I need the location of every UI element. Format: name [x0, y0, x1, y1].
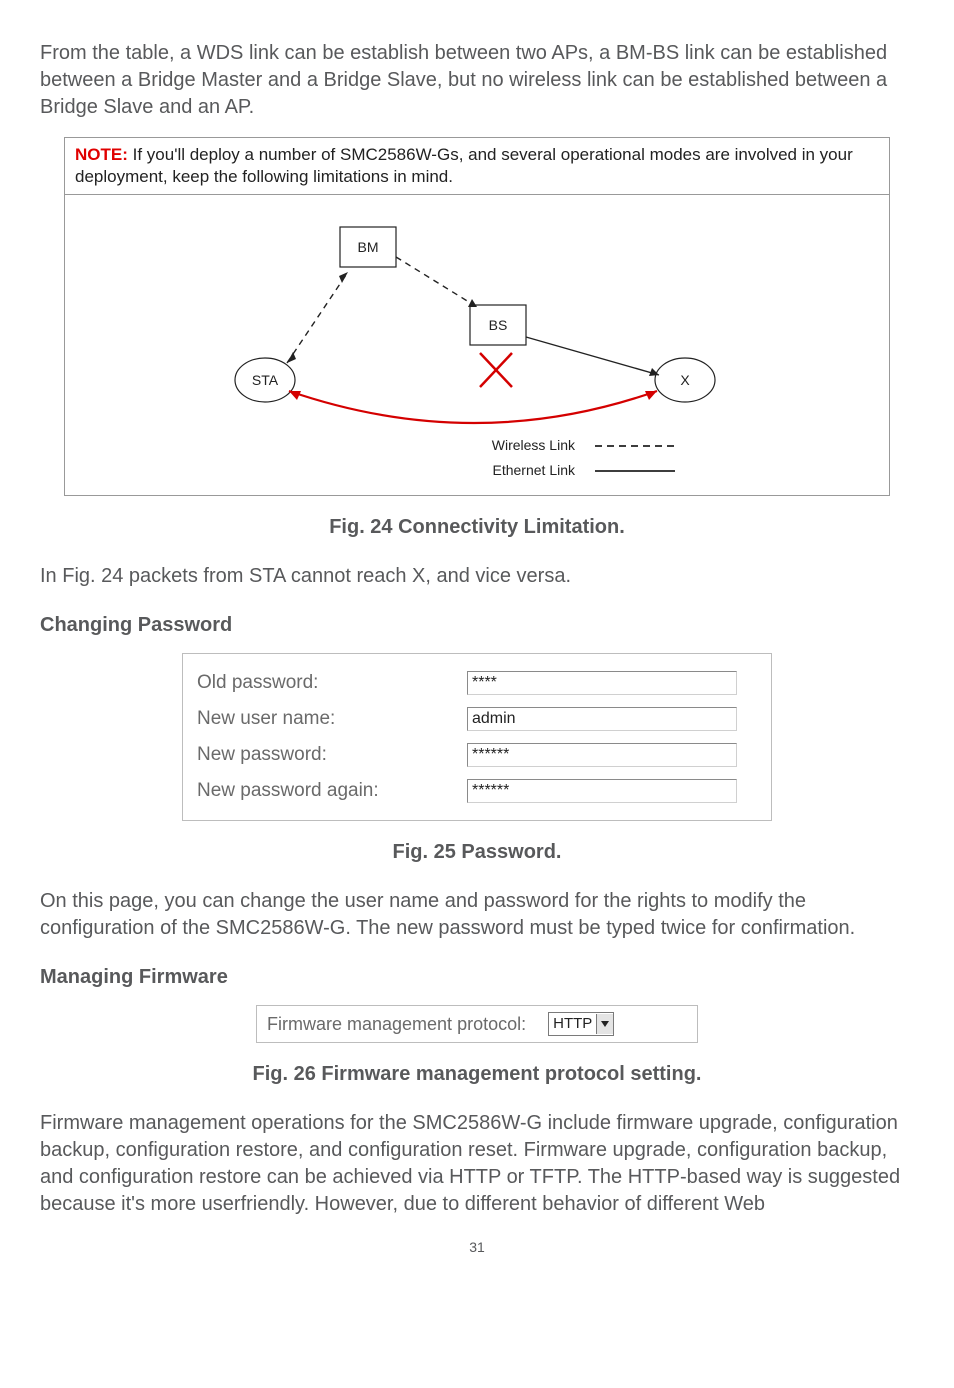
bs-node-label: BS: [489, 317, 508, 333]
figure-25-caption: Fig. 25 Password.: [40, 839, 914, 866]
legend-ethernet-label: Ethernet Link: [493, 462, 576, 478]
figure-24-box: NOTE: If you'll deploy a number of SMC25…: [64, 137, 890, 496]
label-new-password: New password:: [197, 742, 467, 768]
firmware-paragraph: Firmware management operations for the S…: [40, 1110, 914, 1218]
page-number: 31: [40, 1238, 914, 1257]
label-new-username: New user name:: [197, 706, 467, 732]
input-old-password[interactable]: [467, 671, 737, 695]
figure-24-caption: Fig. 24 Connectivity Limitation.: [40, 514, 914, 541]
note-text: If you'll deploy a number of SMC2586W-Gs…: [75, 145, 853, 186]
note-row: NOTE: If you'll deploy a number of SMC25…: [65, 138, 889, 194]
input-new-password[interactable]: [467, 743, 737, 767]
row-new-password-again: New password again:: [197, 774, 757, 808]
row-old-password: Old password:: [197, 666, 757, 700]
password-paragraph: On this page, you can change the user na…: [40, 888, 914, 942]
heading-managing-firmware: Managing Firmware: [40, 964, 914, 991]
bm-node-label: BM: [358, 239, 379, 255]
x-node-label: X: [680, 372, 690, 388]
connectivity-diagram: STA BM BS X: [65, 194, 889, 495]
label-firmware-protocol: Firmware management protocol:: [267, 1012, 526, 1036]
label-new-password-again: New password again:: [197, 778, 467, 804]
firmware-protocol-box: Firmware management protocol: HTTP: [256, 1005, 698, 1043]
password-form-box: Old password: New user name: New passwor…: [182, 653, 772, 821]
label-old-password: Old password:: [197, 670, 467, 696]
chevron-down-icon: [596, 1014, 613, 1034]
legend-wireless-label: Wireless Link: [492, 437, 576, 453]
sta-node-label: STA: [252, 372, 279, 388]
row-new-password: New password:: [197, 738, 757, 772]
figure-24-paragraph: In Fig. 24 packets from STA cannot reach…: [40, 563, 914, 590]
select-firmware-protocol[interactable]: HTTP: [548, 1012, 614, 1036]
note-label: NOTE:: [75, 145, 128, 164]
figure-26-caption: Fig. 26 Firmware management protocol set…: [40, 1061, 914, 1088]
select-firmware-value: HTTP: [549, 1014, 596, 1034]
heading-changing-password: Changing Password: [40, 612, 914, 639]
input-new-username[interactable]: [467, 707, 737, 731]
intro-paragraph: From the table, a WDS link can be establ…: [40, 40, 914, 121]
input-new-password-again[interactable]: [467, 779, 737, 803]
row-new-username: New user name:: [197, 702, 757, 736]
